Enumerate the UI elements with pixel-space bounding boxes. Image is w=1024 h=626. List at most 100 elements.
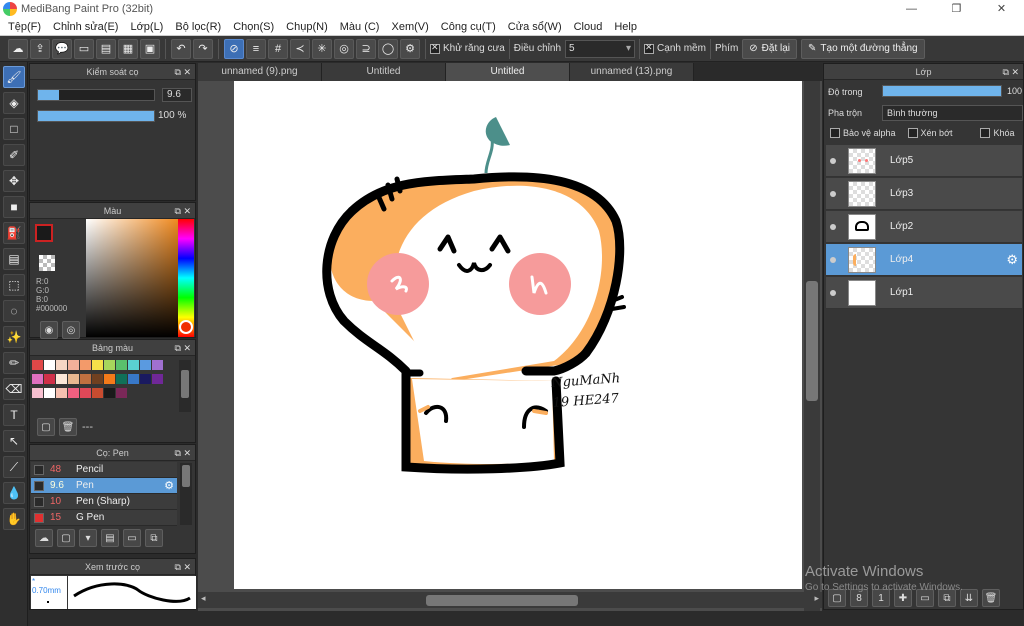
vertical-scrollbar[interactable] [804,81,820,611]
menu-cloud[interactable]: Cloud [568,21,609,33]
dot-tool-icon[interactable]: ✐ [3,144,25,166]
palette-swatch[interactable] [104,374,115,384]
palette-swatch[interactable] [80,360,91,370]
palette-swatch[interactable] [116,388,127,398]
palette-swatch[interactable] [92,360,103,370]
layer-row-lop1[interactable]: Lớp1 [826,277,1022,309]
ellipse-snap-icon[interactable]: ◯ [378,38,398,59]
vanish-snap-icon[interactable]: ≺ [290,38,310,59]
palette-swatch[interactable] [92,388,103,398]
palette-scrollbar[interactable] [179,360,191,412]
brush-settings-gear-icon[interactable]: ⚙ [164,479,174,492]
menu-snap[interactable]: Chụp(N) [280,21,334,33]
add-palette-icon[interactable]: ▢ [37,418,55,436]
vertical-scroll-thumb[interactable] [806,281,818,401]
palette-swatch[interactable] [56,360,67,370]
palette-swatch[interactable] [152,374,163,384]
rectangle-tool-icon[interactable]: □ [3,118,25,140]
visibility-eye-icon[interactable] [830,190,836,197]
palette-swatch[interactable] [140,374,151,384]
add-brush-dropdown-icon[interactable]: ▾ [79,529,97,547]
palette-swatch[interactable] [44,374,55,384]
tab-untitled-1[interactable]: Untitled [322,63,446,81]
speech-icon[interactable]: ▭ [74,38,94,59]
palette-swatch[interactable] [56,388,67,398]
horizontal-scroll-thumb[interactable] [426,595,578,606]
straight-line-button[interactable]: ✎ Tạo một đường thẳng [801,38,925,59]
menu-view[interactable]: Xem(V) [385,21,434,33]
eraser-tool-icon[interactable]: ◈ [3,92,25,114]
brush-cloud-icon[interactable]: ☁ [35,529,53,547]
select-eraser-tool-icon[interactable]: ⌫ [3,378,25,400]
panel-close-icon[interactable]: ⧉ ✕ [1003,64,1019,80]
delete-palette-icon[interactable]: 🗑 [59,418,77,436]
palette-swatch[interactable] [32,360,43,370]
fill-rect-tool-icon[interactable]: ■ [3,196,25,218]
document-icon[interactable]: ▤ [96,38,116,59]
layer-settings-gear-icon[interactable]: ⚙ [1006,252,1018,268]
share-icon[interactable]: ⇪ [30,38,50,59]
visibility-eye-icon[interactable] [830,289,836,296]
close-button[interactable]: ✕ [979,0,1024,18]
tab-unnamed-13[interactable]: unnamed (13).png [570,63,694,81]
cross-snap-icon[interactable]: # [268,38,288,59]
palette-swatch[interactable] [68,360,79,370]
brush-item[interactable]: 9.6 Pen ⚙ [31,478,177,494]
lasso-tool-icon[interactable]: ◌ [3,300,25,322]
menu-window[interactable]: Cửa sổ(W) [502,21,568,33]
palette-swatch[interactable] [44,388,55,398]
palette-swatch[interactable] [152,360,163,370]
soft-edge-checkbox[interactable] [644,42,655,54]
brush-tool-icon[interactable]: 🖌 [3,66,25,88]
cloud-icon[interactable]: ☁ [8,38,28,59]
palette-swatch[interactable] [116,374,127,384]
color-wheel-icon[interactable]: ◉ [40,321,58,339]
layer-row-lop3[interactable]: Lớp3 [826,178,1022,210]
panel-close-icon[interactable]: ⧉ ✕ [175,64,191,80]
divide-tool-icon[interactable]: ⟋ [3,456,25,478]
operation-tool-icon[interactable]: ↖ [3,430,25,452]
clipping-checkbox[interactable] [907,128,918,138]
layer-row-lop4[interactable]: Lớp4 ⚙ [826,244,1022,276]
radial-snap-icon[interactable]: ✳ [312,38,332,59]
palette-swatch[interactable] [128,374,139,384]
palette-swatch[interactable] [80,388,91,398]
gradient-tool-icon[interactable]: ▤ [3,248,25,270]
palette-swatch[interactable] [140,360,151,370]
menu-edit[interactable]: Chỉnh sửa(E) [47,21,124,33]
circle-snap-icon[interactable]: ◎ [334,38,354,59]
palette-swatch[interactable] [32,388,43,398]
tab-untitled-2[interactable]: Untitled [446,63,570,81]
maximize-button[interactable]: ❐ [934,0,979,18]
menu-help[interactable]: Help [608,21,643,33]
curve-snap-icon[interactable]: ⊇ [356,38,376,59]
lock-checkbox[interactable] [980,128,991,138]
tab-unnamed-9[interactable]: unnamed (9).png [198,63,322,81]
protect-alpha-checkbox[interactable] [830,128,840,138]
text-tool-icon[interactable]: T [3,404,25,426]
panel-close-icon[interactable]: ⧉ ✕ [175,445,191,461]
reset-button[interactable]: ⊘ Đặt lại [742,38,798,59]
menu-color[interactable]: Màu (C) [334,21,386,33]
grid-icon[interactable]: ▣ [140,38,160,59]
redo-icon[interactable]: ↷ [193,38,213,59]
brush-item[interactable]: 48 Pencil [31,462,177,478]
select-rect-tool-icon[interactable]: ⬚ [3,274,25,296]
palette-swatch[interactable] [44,360,55,370]
menu-tools[interactable]: Công cụ(T) [435,21,502,33]
scroll-right-icon[interactable]: ▸ [814,593,819,604]
palette-swatch[interactable] [32,374,43,384]
select-pen-tool-icon[interactable]: ✏ [3,352,25,374]
color-palette-mode-icon[interactable]: ◎ [62,321,80,339]
antialias-checkbox[interactable] [430,42,440,54]
brush-copy-icon[interactable]: ⧉ [145,529,163,547]
palette-swatch[interactable] [80,374,91,384]
palette-swatch[interactable] [92,374,103,384]
panel-close-icon[interactable]: ⧉ ✕ [175,340,191,356]
eyedropper-tool-icon[interactable]: 💧 [3,482,25,504]
magic-wand-tool-icon[interactable]: ✨ [3,326,25,348]
brush-opacity-slider[interactable] [37,110,155,122]
palette-swatch[interactable] [104,360,115,370]
brush-item[interactable]: 10 Pen (Sharp) [31,494,177,510]
menu-select[interactable]: Chọn(S) [227,21,280,33]
